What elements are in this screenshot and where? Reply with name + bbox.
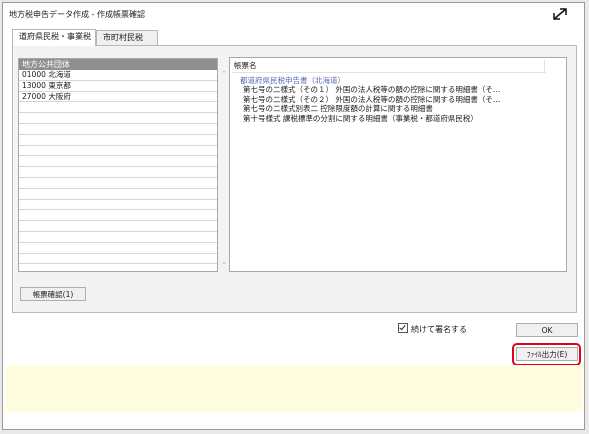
empty-row [19,178,217,189]
empty-row [19,135,217,146]
empty-row [19,146,217,157]
title-bar: 地方税申告データ作成 - 作成帳票確認 [3,3,584,25]
checkbox-checked-icon[interactable] [398,323,408,333]
expand-icon[interactable] [550,5,570,23]
list-item[interactable]: 27000 大阪府 [19,92,217,103]
municipality-name: 東京都 [48,80,71,90]
empty-row [19,167,217,178]
empty-row [19,113,217,124]
document-item[interactable]: 第七号の二様式（その２） 外国の法人税等の額の控除に関する明細書（そ… [243,95,500,105]
empty-row [19,243,217,254]
municipality-name: 大阪府 [48,91,71,101]
ok-button[interactable]: OK [516,323,578,337]
empty-row [19,254,217,265]
document-item[interactable]: 第七号の二様式別表二 控除限度額の計算に関する明細書 [243,104,500,114]
list-item[interactable]: 01000 北海道 [19,70,217,81]
document-list[interactable]: 帳票名 都道府県民税申告書（北海道） 第七号の二様式（その１） 外国の法人税等の… [229,57,567,272]
municipality-code: 01000 [22,70,46,79]
empty-row [19,264,217,271]
sign-continue-checkbox[interactable]: 続けて署名する [398,323,467,335]
list-scrollbar[interactable]: ⌃ ⌄ [219,58,229,272]
scroll-down-icon[interactable]: ⌄ [220,258,228,266]
sign-continue-label: 続けて署名する [411,325,467,334]
window-title: 地方税申告データ作成 - 作成帳票確認 [9,10,145,19]
scroll-up-icon[interactable]: ⌃ [220,70,228,78]
info-bar [6,365,583,412]
tab-prefectural-tax[interactable]: 道府県民税・事業税 [12,29,96,46]
municipality-name: 北海道 [48,70,71,79]
column-divider[interactable] [544,60,545,72]
document-list-header: 帳票名 [232,60,546,73]
document-items: 第七号の二様式（その１） 外国の法人税等の額の控除に関する明細書（そ… 第七号の… [243,85,500,123]
document-item[interactable]: 第十号様式 課税標準の分割に関する明細書（事業税・都道府県民税） [243,114,500,124]
empty-row [19,124,217,135]
highlight-annotation [512,343,581,366]
confirm-document-button[interactable]: 帳票確認(1) [20,287,86,301]
empty-row [19,221,217,232]
empty-row [19,210,217,222]
empty-row [19,200,217,211]
municipality-list[interactable]: 地方公共団体 01000 北海道 13000 東京都 27000 大阪府 [18,58,218,272]
document-item[interactable]: 第七号の二様式（その１） 外国の法人税等の額の控除に関する明細書（そ… [243,85,500,95]
empty-row [19,102,217,114]
empty-row [19,232,217,243]
municipality-list-header: 地方公共団体 [19,59,217,70]
municipality-code: 13000 [22,80,46,90]
empty-row [19,189,217,200]
list-item[interactable]: 13000 東京都 [19,81,217,92]
municipality-code: 27000 [22,91,46,101]
tab-municipal-tax[interactable]: 市町村民税 [96,30,158,45]
empty-row [19,156,217,168]
